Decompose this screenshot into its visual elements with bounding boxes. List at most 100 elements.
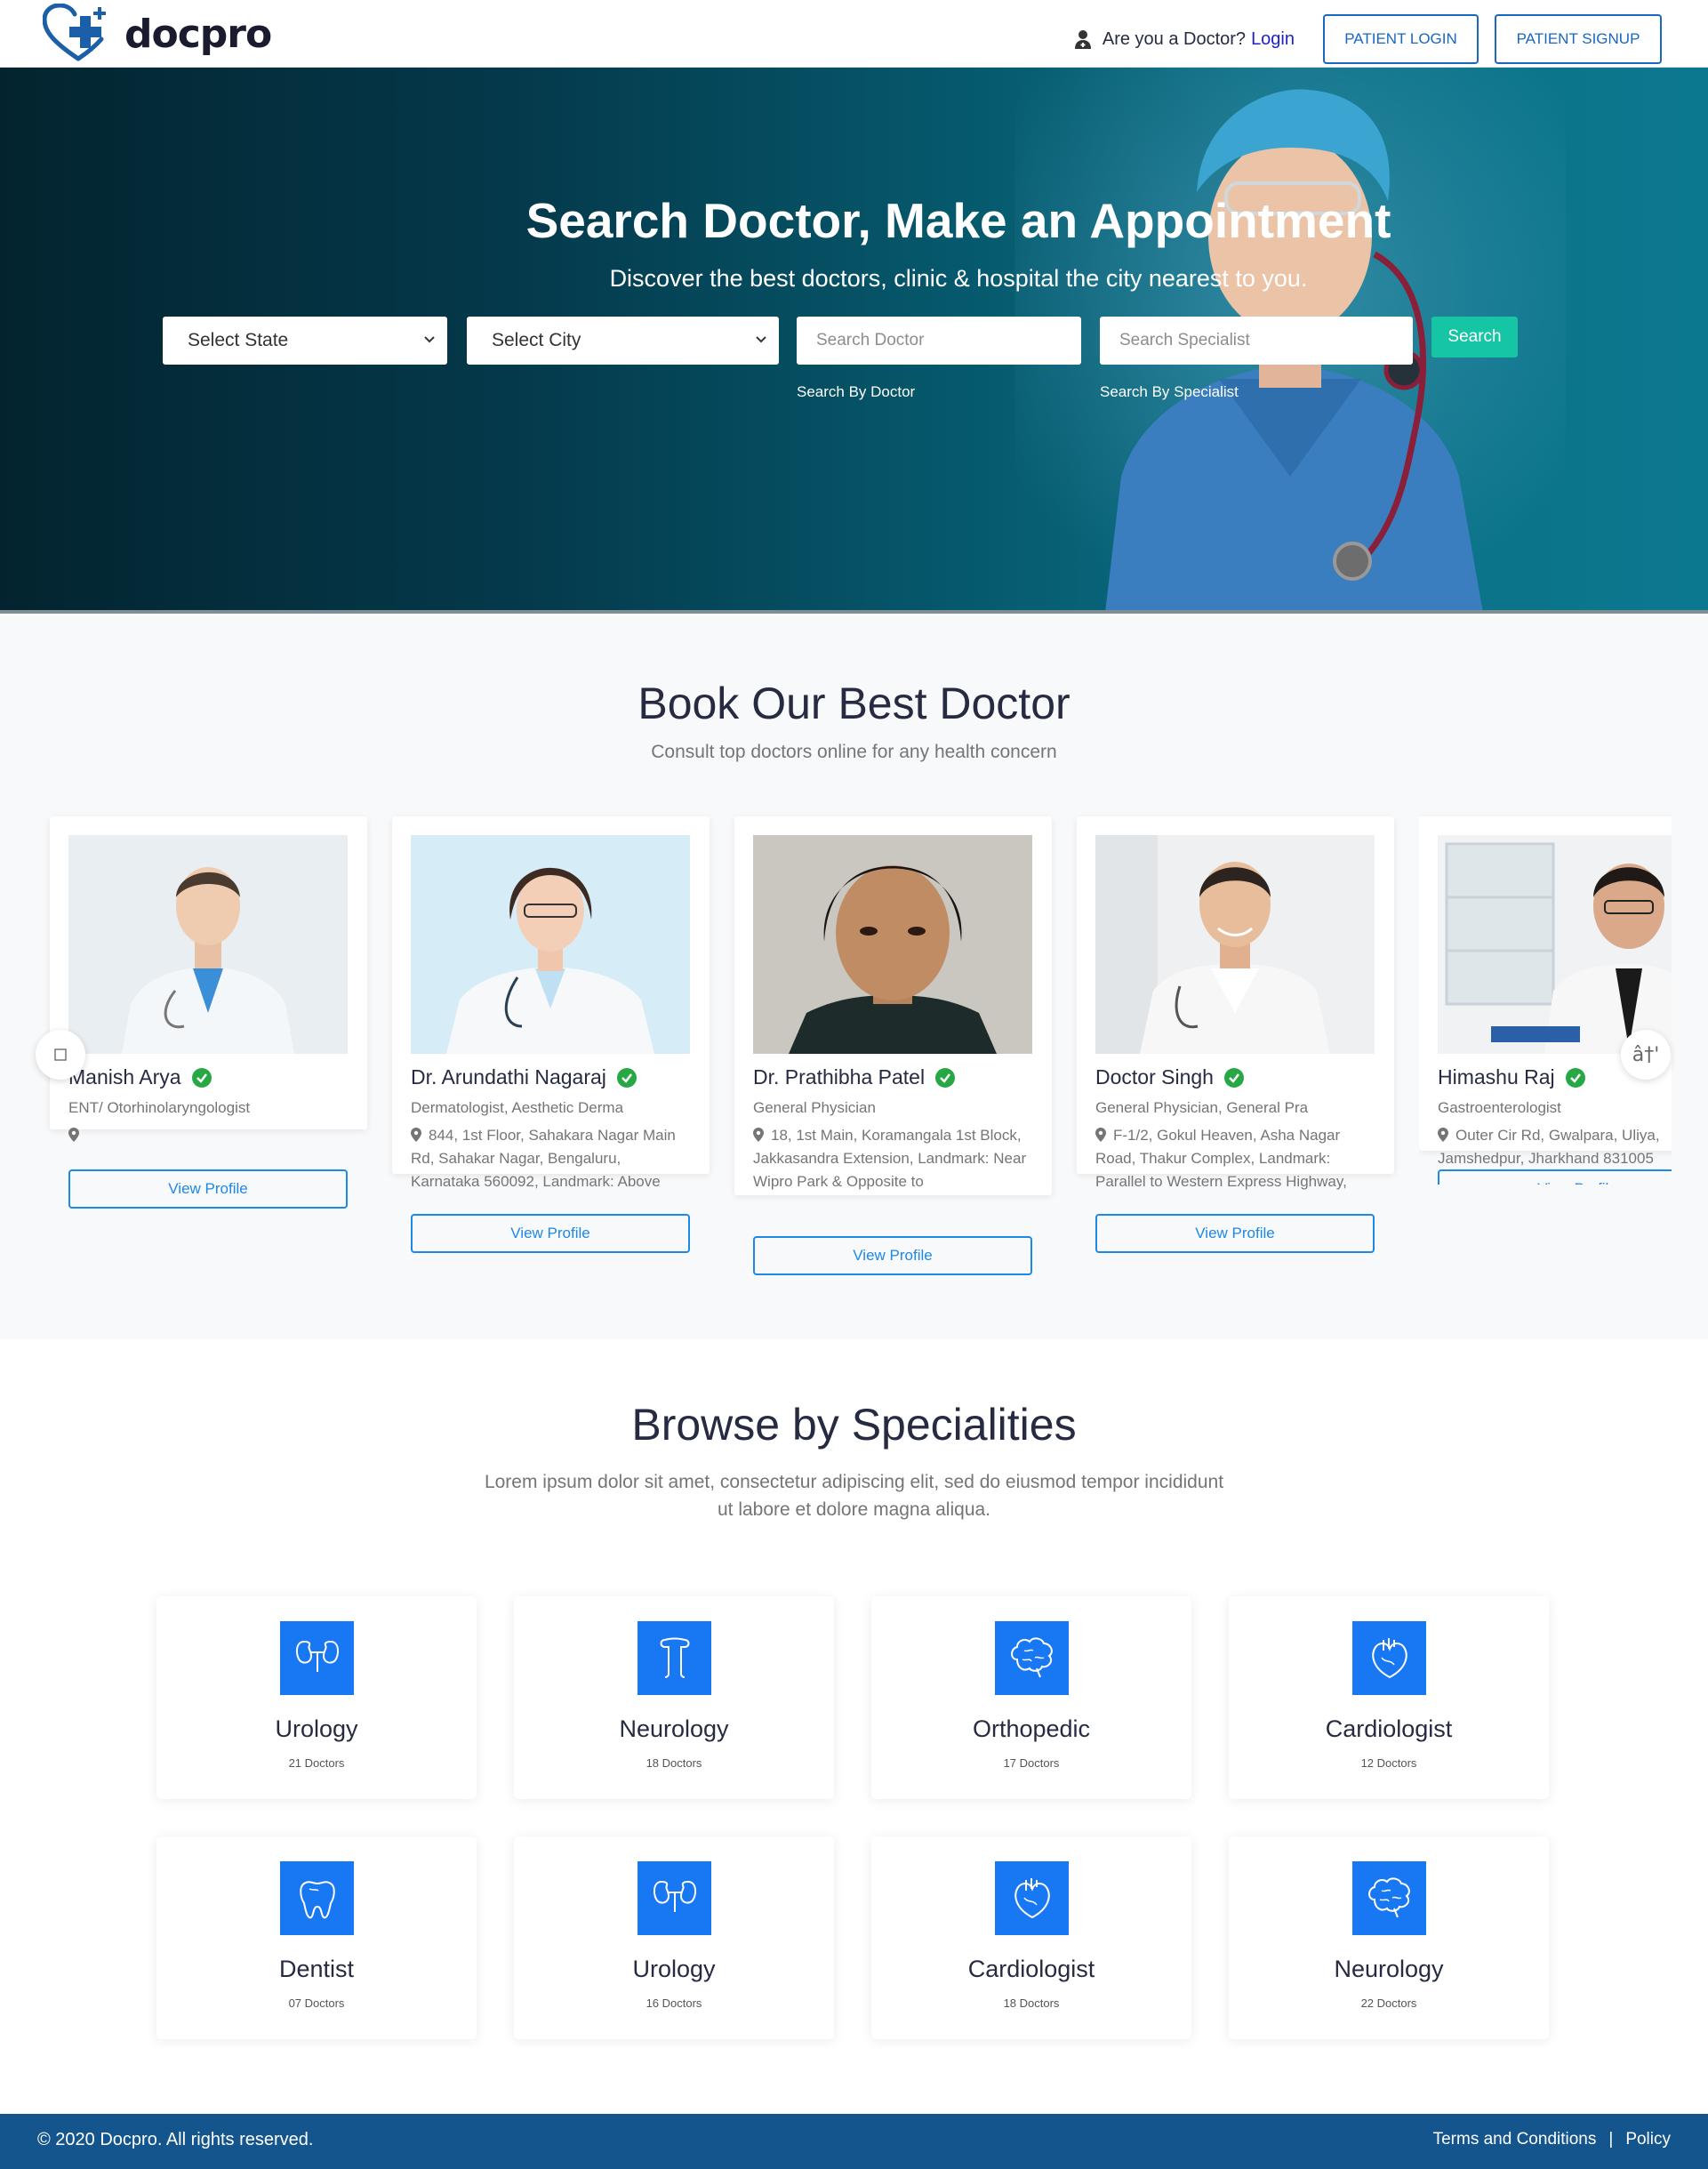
doctor-name: Manish Arya [68, 1065, 212, 1089]
search-button[interactable]: Search [1431, 317, 1518, 357]
verified-check-icon [935, 1067, 956, 1088]
doctor-name: Himashu Raj [1438, 1065, 1585, 1089]
best-doctors-subtitle: Consult top doctors online for any healt… [651, 742, 1057, 762]
view-profile-button[interactable]: View Profile [753, 1236, 1032, 1275]
speciality-card[interactable]: Cardiologist 12 Doctors [1229, 1596, 1549, 1799]
site-footer: © 2020 Docpro. All rights reserved. Term… [0, 2114, 1708, 2169]
speciality-doctor-count: 17 Doctors [1003, 1756, 1060, 1770]
kidney-icon [637, 1861, 711, 1935]
patient-signup-button[interactable]: PATIENT SIGNUP [1495, 14, 1662, 64]
speciality-card[interactable]: Neurology 18 Doctors [514, 1596, 834, 1799]
verified-check-icon [1223, 1067, 1244, 1088]
doctor-name: Dr. Prathibha Patel [753, 1065, 956, 1089]
logo[interactable]: docpro [43, 4, 272, 64]
doctor-photo [753, 835, 1032, 1054]
doctor-specialty: General Physician [753, 1099, 876, 1116]
doctor-name-text: Doctor Singh [1095, 1065, 1214, 1089]
doctor-login-link[interactable]: Login [1251, 29, 1295, 50]
speciality-name: Dentist [278, 1956, 355, 1982]
logo-text: docpro [124, 11, 272, 57]
chevron-left-icon [54, 1048, 67, 1061]
brain-icon [1352, 1861, 1426, 1935]
speciality-name: Urology [632, 1956, 716, 1982]
brain-icon [995, 1621, 1069, 1695]
speciality-doctor-count: 12 Doctors [1360, 1756, 1417, 1770]
doctor-card: Dr. Prathibha Patel General Physician 18… [734, 816, 1052, 1275]
search-doctor-input[interactable]: Search Doctor [797, 317, 1081, 365]
location-pin-icon [411, 1128, 421, 1142]
speciality-doctor-count: 16 Doctors [646, 1996, 702, 2010]
state-select[interactable]: Select State [163, 317, 447, 365]
location-pin-icon [753, 1128, 764, 1142]
city-select[interactable]: Select City [467, 317, 779, 365]
header-actions: Are you a Doctor? Login PATIENT LOGIN PA… [1074, 14, 1662, 64]
doctor-photo [1095, 835, 1375, 1054]
carousel-prev-button[interactable] [36, 1030, 85, 1080]
doctor-address-text: 18, 1st Main, Koramangala 1st Block, Jak… [753, 1127, 1027, 1190]
doctor-specialty: General Physician, General Pra [1095, 1099, 1309, 1116]
tooth-icon [280, 1861, 354, 1935]
patient-login-button[interactable]: PATIENT LOGIN [1323, 14, 1479, 64]
verified-check-icon [1565, 1067, 1585, 1088]
speciality-name: Neurology [1334, 1956, 1444, 1982]
doctor-address [68, 1124, 349, 1147]
speciality-doctor-count: 07 Doctors [288, 1996, 345, 2010]
search-specialist-input[interactable]: Search Specialist [1100, 317, 1413, 365]
view-profile-button[interactable]: View Profile [68, 1169, 348, 1209]
view-profile-button[interactable]: View Profile [411, 1214, 690, 1253]
kidney-icon [280, 1621, 354, 1695]
state-select-value: Select State [188, 330, 289, 350]
speciality-doctor-count: 18 Doctors [1003, 1996, 1060, 2010]
doctor-card: Dr. Arundathi Nagaraj Dermatologist, Aes… [392, 816, 710, 1253]
search-by-specialist-hint: Search By Specialist [1100, 383, 1239, 400]
speciality-card[interactable]: Neurology 22 Doctors [1229, 1836, 1549, 2039]
speciality-card[interactable]: Dentist 07 Doctors [156, 1836, 477, 2039]
hero-banner: Search Doctor, Make an Appointment Disco… [0, 68, 1708, 614]
verified-check-icon [616, 1067, 637, 1088]
speciality-doctor-count: 21 Doctors [288, 1756, 345, 1770]
policy-link[interactable]: Policy [1625, 2130, 1671, 2149]
doctor-card: Manish Arya ENT/ Otorhinolaryngologist V… [50, 816, 367, 1209]
verified-check-icon [191, 1067, 212, 1088]
doctor-address-text: F-1/2, Gokul Heaven, Asha Nagar Road, Th… [1095, 1127, 1347, 1190]
view-profile-button[interactable]: View Profile [1438, 1169, 1672, 1185]
site-header: docpro Are you a Doctor? Login PATIENT L… [0, 0, 1708, 68]
speciality-card[interactable]: Urology 21 Doctors [156, 1596, 477, 1799]
heart-icon [1352, 1621, 1426, 1695]
location-pin-icon [68, 1128, 79, 1142]
doctor-name-text: Himashu Raj [1438, 1065, 1555, 1089]
terms-link[interactable]: Terms and Conditions [1433, 2130, 1597, 2149]
hero-divider [0, 610, 1708, 614]
doctor-photo [68, 835, 348, 1054]
doctor-address: Outer Cir Rd, Gwalpara, Uliya, Jamshedpu… [1438, 1124, 1672, 1170]
view-profile-button[interactable]: View Profile [1095, 1214, 1375, 1253]
carousel-next-button[interactable]: â†' [1621, 1030, 1671, 1080]
chevron-right-icon: â†' [1632, 1043, 1660, 1066]
chevron-down-icon [756, 336, 766, 343]
speciality-name: Cardiologist [1325, 1715, 1453, 1742]
speciality-card[interactable]: Urology 16 Doctors [514, 1836, 834, 2039]
footer-links: Terms and Conditions | Policy [1433, 2130, 1671, 2149]
doctor-address-text: Outer Cir Rd, Gwalpara, Uliya, Jamshedpu… [1438, 1127, 1660, 1167]
doctor-card: Himashu Raj Gastroenterologist Outer Cir… [1419, 816, 1672, 1185]
doctor-question: Are you a Doctor? [1102, 28, 1247, 49]
doctor-photo [411, 835, 690, 1054]
doctor-login-prompt: Are you a Doctor? Login [1074, 29, 1295, 50]
speciality-card[interactable]: Cardiologist 18 Doctors [871, 1836, 1191, 2039]
hero-title: Search Doctor, Make an Appointment [525, 193, 1391, 248]
doctor-address: F-1/2, Gokul Heaven, Asha Nagar Road, Th… [1095, 1124, 1376, 1193]
speciality-name: Urology [275, 1715, 358, 1742]
doctor-card: Doctor Singh General Physician, General … [1077, 816, 1394, 1253]
location-pin-icon [1095, 1128, 1106, 1142]
doctor-address: 844, 1st Floor, Sahakara Nagar Main Rd, … [411, 1124, 692, 1193]
doctor-name: Dr. Arundathi Nagaraj [411, 1065, 637, 1089]
heart-cross-logo-icon [43, 4, 106, 61]
footer-separator: | [1608, 2130, 1614, 2149]
doctor-specialty: ENT/ Otorhinolaryngologist [68, 1099, 251, 1116]
doctor-address: 18, 1st Main, Koramangala 1st Block, Jak… [753, 1124, 1034, 1193]
chevron-down-icon [424, 336, 435, 343]
speciality-card[interactable]: Orthopedic 17 Doctors [871, 1596, 1191, 1799]
speciality-name: Neurology [619, 1715, 729, 1742]
doctor-specialty: Dermatologist, Aesthetic Derma [411, 1099, 624, 1116]
best-doctors-section: Book Our Best Doctor Consult top doctors… [0, 615, 1708, 1339]
